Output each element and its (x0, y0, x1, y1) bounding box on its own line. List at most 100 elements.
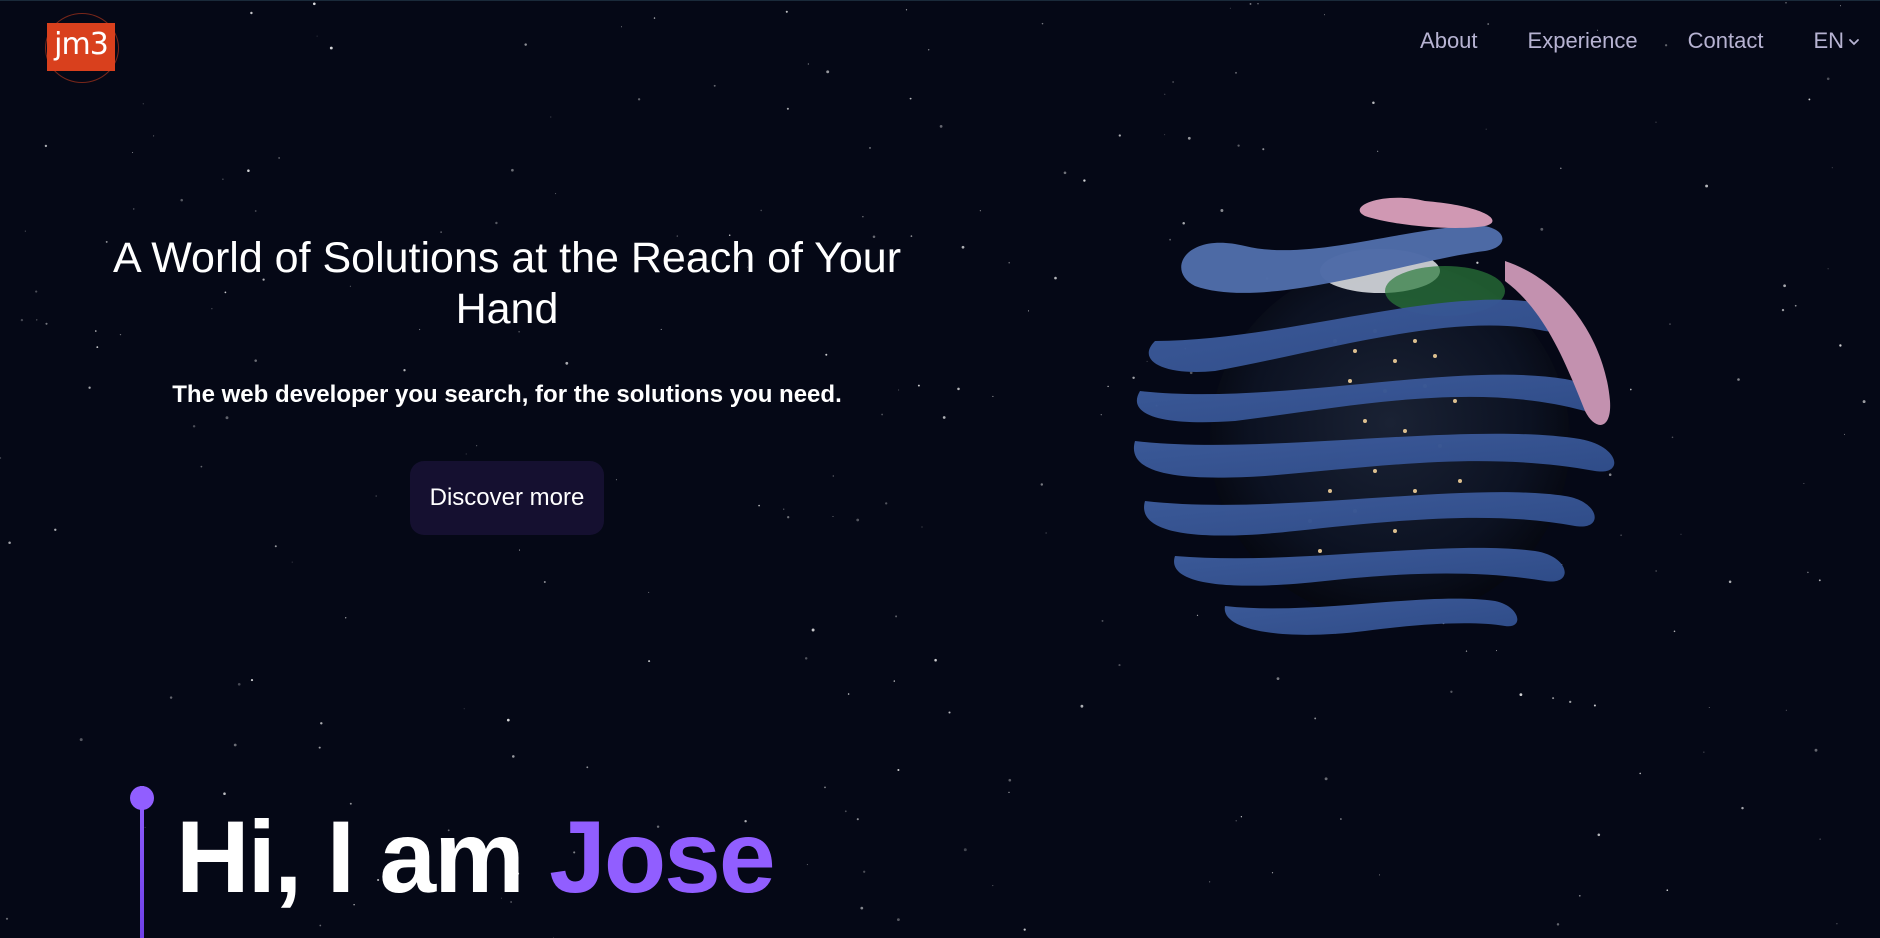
language-selector[interactable]: EN (1813, 30, 1860, 52)
star (132, 152, 134, 153)
star (844, 810, 847, 813)
star (1519, 693, 1523, 697)
star (1593, 704, 1596, 707)
star (1819, 838, 1821, 840)
star (807, 63, 809, 65)
star (948, 711, 951, 714)
star (1655, 570, 1657, 572)
star (329, 46, 333, 50)
star (1569, 700, 1572, 704)
star (992, 885, 994, 887)
star (222, 178, 224, 180)
star (44, 144, 48, 148)
star (1257, 3, 1259, 5)
star (1669, 323, 1671, 325)
star (319, 924, 322, 927)
star (1783, 284, 1786, 288)
discover-more-button[interactable]: Discover more (409, 461, 605, 535)
star (1839, 344, 1842, 347)
star (88, 386, 91, 389)
star (1708, 706, 1710, 709)
star (1008, 791, 1010, 794)
star (621, 26, 622, 28)
star (312, 2, 316, 6)
star (1597, 833, 1601, 837)
star (648, 660, 651, 663)
star (760, 209, 763, 212)
star (1379, 874, 1380, 876)
star (133, 208, 135, 210)
star (992, 395, 994, 397)
star (1655, 121, 1657, 123)
star (1836, 923, 1838, 925)
star (1737, 378, 1740, 381)
star (1485, 128, 1487, 130)
star (8, 541, 11, 544)
star (1271, 872, 1274, 874)
logo[interactable]: jm3 (47, 23, 115, 71)
star (153, 135, 155, 137)
star (811, 628, 815, 632)
star (942, 416, 946, 419)
star (1187, 136, 1191, 140)
star (1041, 22, 1044, 25)
star (860, 906, 864, 910)
star (1826, 77, 1830, 81)
star (524, 43, 527, 46)
star (1807, 571, 1809, 574)
star (1323, 14, 1326, 16)
hero-subtitle: The web developer you search, for the so… (172, 381, 842, 408)
star (1785, 1, 1787, 4)
star (1673, 630, 1676, 633)
star (979, 210, 981, 212)
star (856, 818, 859, 821)
star (648, 591, 650, 593)
star (1741, 806, 1744, 810)
star (1487, 23, 1490, 25)
star (142, 103, 144, 105)
star (862, 216, 864, 218)
star (1008, 778, 1012, 782)
star (1818, 579, 1821, 582)
star (1249, 2, 1252, 5)
star (1831, 167, 1833, 169)
language-selected: EN (1813, 28, 1844, 53)
star (1008, 261, 1010, 264)
nav-link-experience[interactable]: Experience (1528, 30, 1638, 52)
hero-title: A World of Solutions at the Reach of You… (112, 234, 902, 333)
nav-link-contact[interactable]: Contact (1688, 30, 1764, 52)
star (36, 319, 38, 321)
logo-text: jm3 (54, 27, 109, 62)
star (1728, 580, 1732, 584)
star (1703, 751, 1705, 753)
star (254, 210, 257, 212)
star (1639, 772, 1642, 775)
nav-link-about[interactable]: About (1420, 30, 1478, 52)
star (869, 146, 871, 149)
star (1794, 304, 1797, 307)
star (20, 318, 24, 322)
star (961, 245, 965, 249)
star (1054, 276, 1057, 280)
star (1560, 167, 1562, 170)
star (895, 615, 898, 618)
star (804, 657, 808, 660)
star (316, 35, 318, 37)
star (1063, 171, 1067, 175)
star (1785, 709, 1787, 711)
star (786, 107, 789, 110)
star (555, 193, 557, 195)
star (1100, 414, 1102, 416)
star (1827, 268, 1829, 270)
star (250, 679, 254, 682)
star (237, 682, 241, 686)
star (345, 617, 347, 619)
star (1377, 150, 1379, 152)
star (463, 708, 465, 710)
star (824, 786, 826, 789)
star (506, 718, 510, 722)
star (1164, 134, 1166, 136)
star (495, 221, 498, 225)
star (1229, 7, 1231, 9)
star (927, 49, 930, 51)
